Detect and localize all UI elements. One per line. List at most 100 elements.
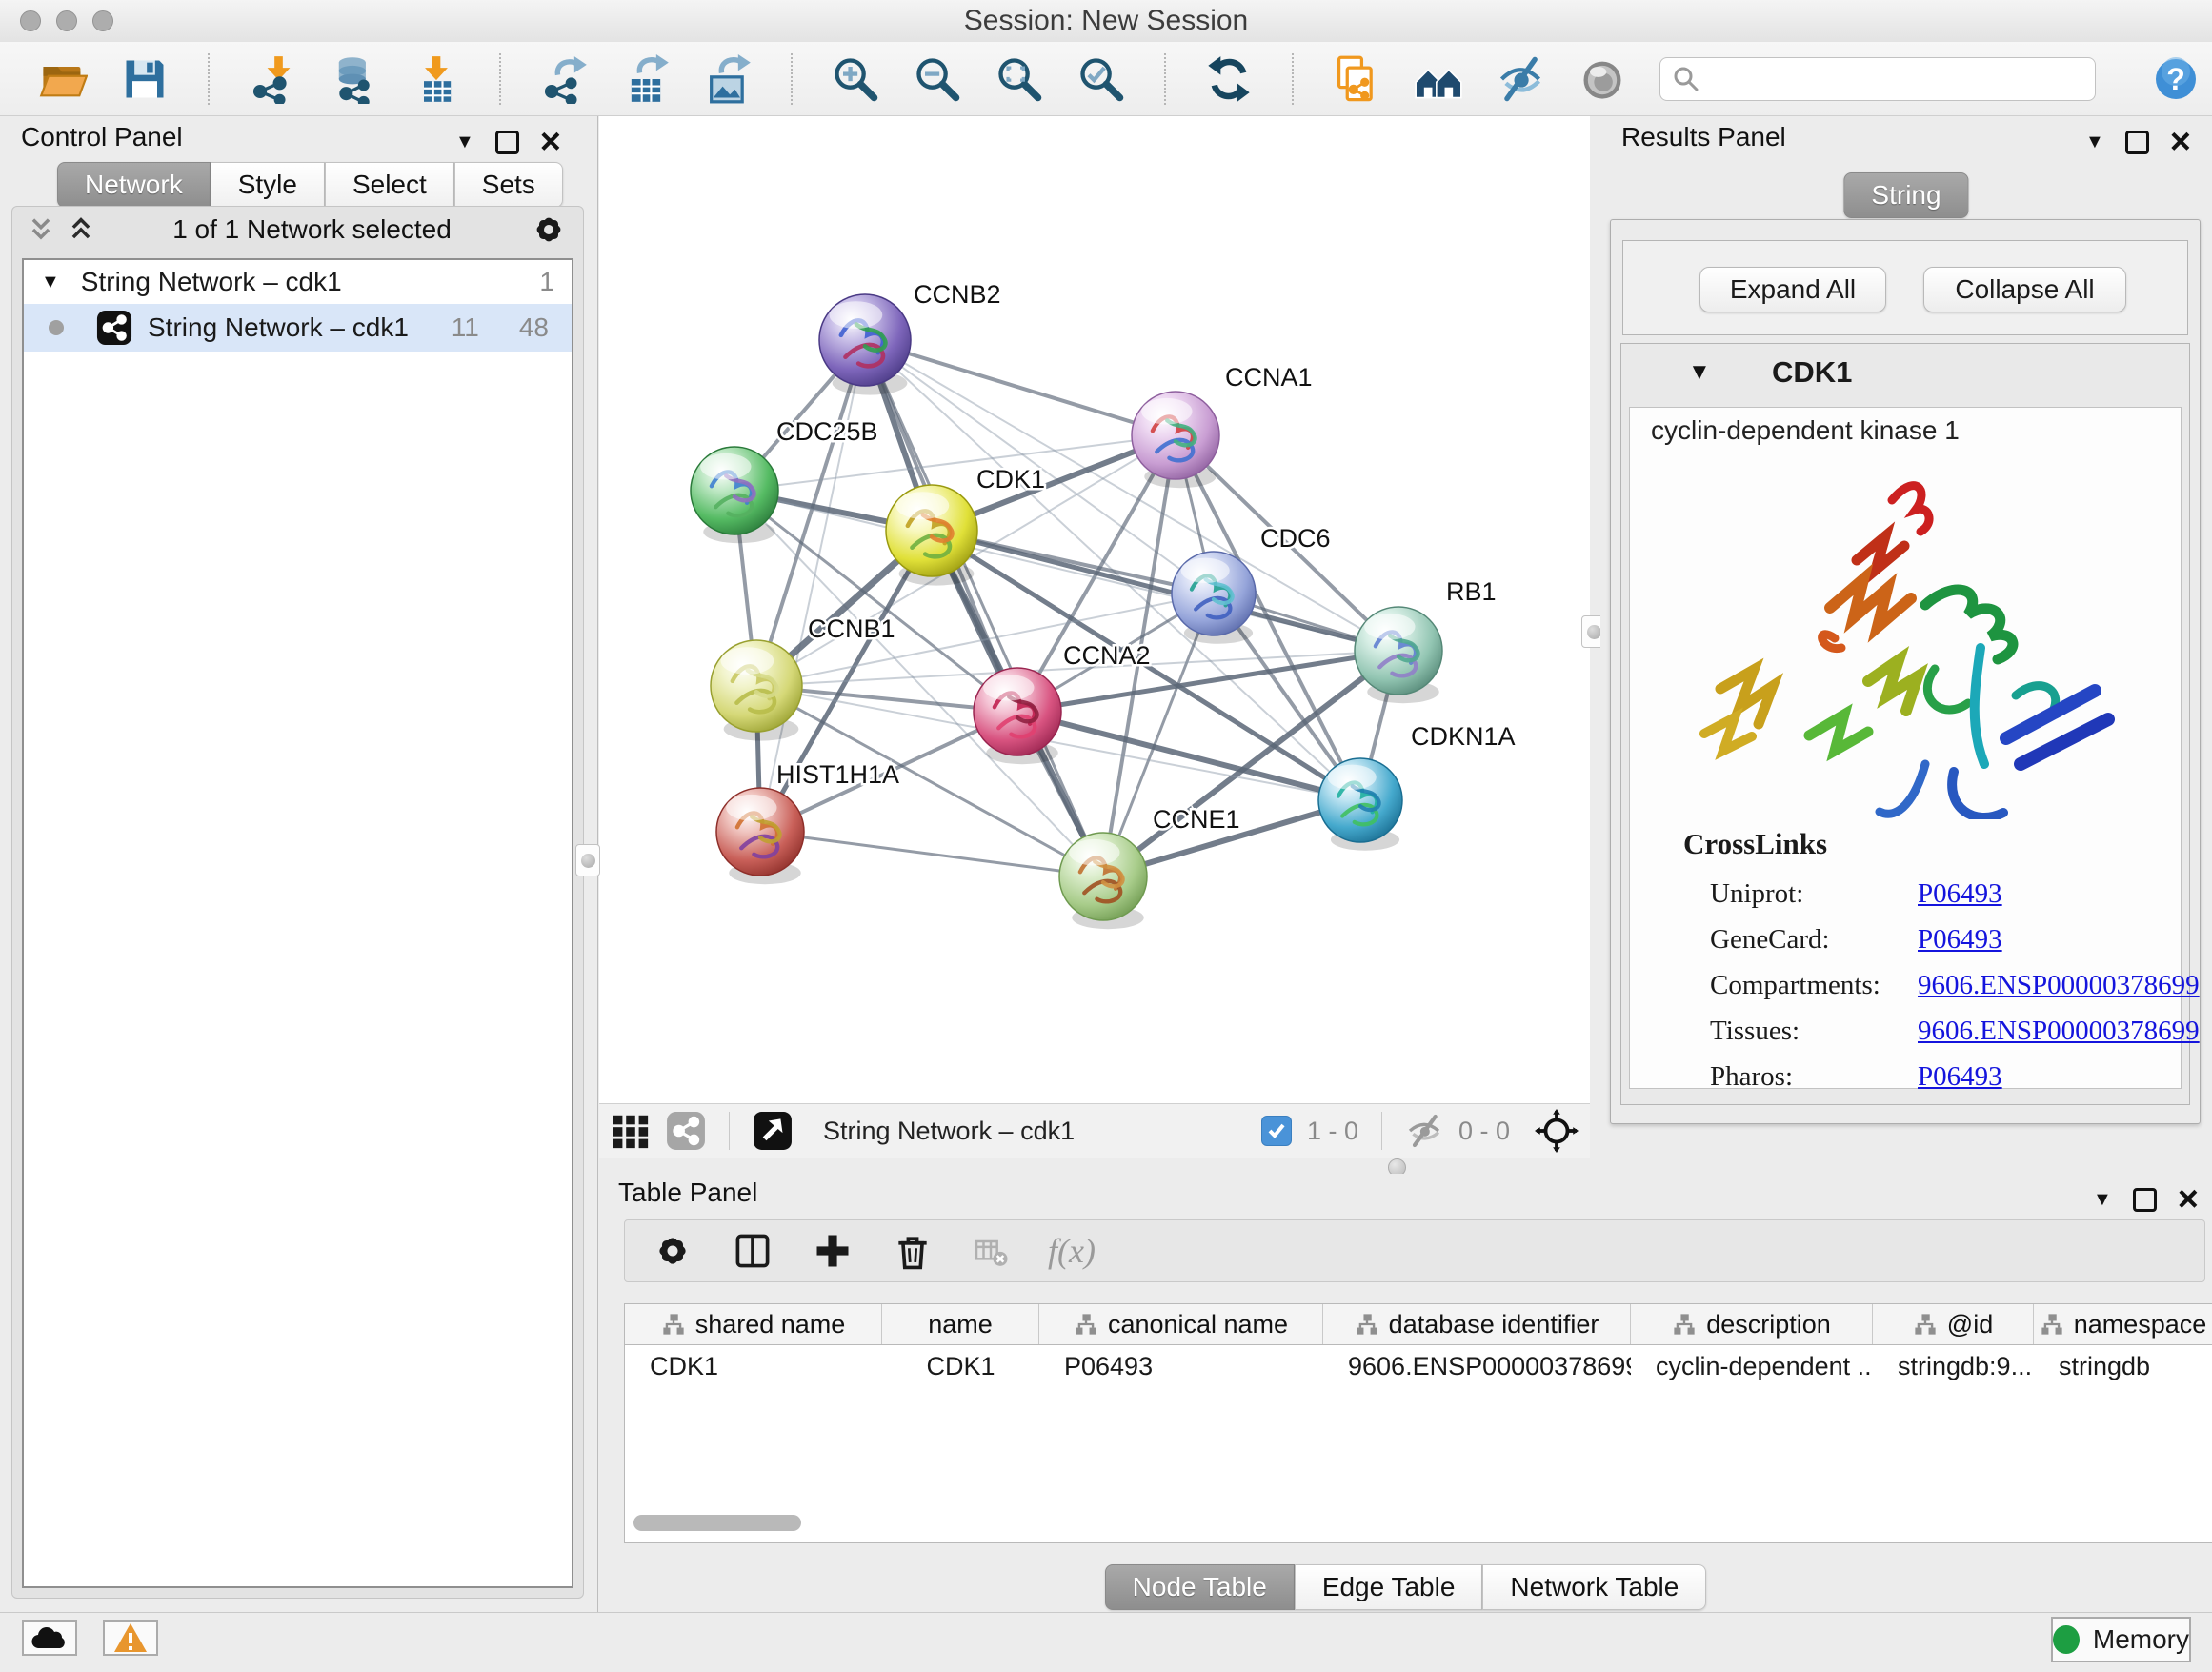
export-image-icon[interactable]: [703, 54, 753, 104]
cloud-button[interactable]: [22, 1620, 77, 1656]
selected-items-checkbox-icon[interactable]: [1261, 1116, 1292, 1146]
crosslink-link[interactable]: P06493: [1918, 924, 2002, 955]
zoom-in-icon[interactable]: [831, 54, 880, 104]
zoom-fit-icon[interactable]: [995, 54, 1044, 104]
birds-eye-view-icon[interactable]: [753, 1111, 793, 1151]
tab-edge-table[interactable]: Edge Table: [1295, 1564, 1483, 1610]
results-panel-close-icon[interactable]: ×: [2170, 124, 2191, 160]
table-cell[interactable]: P06493: [1039, 1345, 1323, 1387]
node-CDC25B[interactable]: CDC25B: [691, 417, 878, 543]
export-network-icon[interactable]: [539, 54, 589, 104]
table-panel-close-icon[interactable]: ×: [2178, 1181, 2199, 1218]
node-table[interactable]: shared namename canonical name database …: [624, 1303, 2212, 1543]
import-table-icon[interactable]: [412, 54, 461, 104]
tab-sets[interactable]: Sets: [454, 162, 563, 208]
control-panel-menu-icon[interactable]: ▼: [455, 132, 474, 151]
crosslink-link[interactable]: P06493: [1918, 1061, 2002, 1092]
edge-HIST1H1A-CCNE1[interactable]: [760, 832, 1103, 876]
show-columns-icon[interactable]: [732, 1230, 774, 1272]
tab-node-table[interactable]: Node Table: [1105, 1564, 1295, 1610]
network-view-share-icon[interactable]: [666, 1111, 706, 1151]
table-cell[interactable]: stringdb: [2034, 1345, 2212, 1387]
table-options-gear-icon[interactable]: [652, 1230, 694, 1272]
network-share-icon: [96, 310, 132, 346]
search-input[interactable]: [1708, 63, 2083, 94]
table-cell[interactable]: CDK1: [882, 1345, 1039, 1387]
table-cell[interactable]: 9606.ENSP00000378699: [1323, 1345, 1631, 1387]
column-header-name[interactable]: name: [882, 1304, 1039, 1344]
apply-layout-icon[interactable]: [1204, 54, 1254, 104]
fit-selected-crosshair-icon[interactable]: [1535, 1109, 1579, 1153]
column-header--id[interactable]: @id: [1873, 1304, 2034, 1344]
node-CDK1[interactable]: CDK1: [886, 465, 1045, 586]
left-splitter-collapse-handle[interactable]: [575, 844, 600, 876]
hidden-items-eye-slash-icon[interactable]: [1405, 1112, 1443, 1150]
network-view[interactable]: CCNB2CCNA1CDC25BCDK1CDC6RB1CCNB1CCNA2CDK…: [599, 116, 1590, 1103]
collection-collapse-icon[interactable]: ▼: [41, 272, 60, 292]
crosslink-link[interactable]: 9606.ENSP00000378699: [1918, 970, 2200, 1000]
glass-ball-icon[interactable]: [1578, 54, 1627, 104]
export-table-icon[interactable]: [621, 54, 671, 104]
network-collection-row[interactable]: ▼ String Network – cdk1 1: [24, 260, 572, 304]
create-column-plus-icon[interactable]: [812, 1230, 854, 1272]
delete-column-trash-icon[interactable]: [892, 1230, 934, 1272]
node-CCNE1[interactable]: CCNE1: [1059, 805, 1240, 929]
expand-all-networks-icon[interactable]: [28, 215, 54, 244]
function-builder-icon[interactable]: f(x): [1048, 1231, 1096, 1271]
edge-CCNB2-HIST1H1A[interactable]: [760, 340, 865, 832]
table-cell[interactable]: cyclin-dependent ...: [1631, 1345, 1873, 1387]
table-cell[interactable]: stringdb:9...: [1873, 1345, 2034, 1387]
column-header-namespace[interactable]: namespace: [2034, 1304, 2212, 1344]
table-panel-menu-icon[interactable]: ▼: [2093, 1190, 2112, 1209]
string-home-icon[interactable]: [1414, 54, 1463, 104]
zoom-selected-icon[interactable]: [1076, 54, 1126, 104]
control-panel-float-icon[interactable]: [495, 131, 519, 154]
import-network-from-database-icon[interactable]: [330, 54, 379, 104]
node-RB1[interactable]: RB1: [1355, 577, 1497, 703]
tab-network[interactable]: Network: [57, 162, 211, 208]
tab-style[interactable]: Style: [211, 162, 325, 208]
warnings-button[interactable]: [103, 1620, 158, 1656]
node-HIST1H1A[interactable]: HIST1H1A: [716, 760, 899, 884]
crosslink-link[interactable]: P06493: [1918, 878, 2002, 909]
string-document-icon[interactable]: [1332, 54, 1381, 104]
tab-string[interactable]: String: [1843, 172, 1968, 218]
expand-all-button[interactable]: Expand All: [1699, 267, 1886, 312]
table-row[interactable]: CDK1CDK1P064939606.ENSP00000378699cyclin…: [625, 1345, 2212, 1387]
node-CCNA1[interactable]: CCNA1: [1132, 363, 1313, 488]
network-row[interactable]: String Network – cdk1 11 48: [24, 304, 572, 352]
open-session-icon[interactable]: [38, 54, 88, 104]
grid-view-icon[interactable]: [611, 1111, 651, 1151]
collapse-all-button[interactable]: Collapse All: [1923, 267, 2126, 312]
results-panel-menu-icon[interactable]: ▼: [2085, 132, 2104, 151]
delete-table-icon[interactable]: [972, 1232, 1010, 1270]
structure-visibility-icon[interactable]: [1496, 54, 1545, 104]
entry-collapse-icon[interactable]: ▼: [1688, 361, 1711, 384]
edge-CCNB2-CCNA1[interactable]: [865, 340, 1176, 435]
collapse-all-networks-icon[interactable]: [68, 215, 94, 244]
import-network-icon[interactable]: [248, 54, 297, 104]
table-horizontal-scrollbar[interactable]: [633, 1515, 801, 1531]
column-header-shared-name[interactable]: shared name: [625, 1304, 882, 1344]
node-CDKN1A[interactable]: CDKN1A: [1318, 722, 1516, 851]
column-header-description[interactable]: description: [1631, 1304, 1873, 1344]
column-header-canonical-name[interactable]: canonical name: [1039, 1304, 1323, 1344]
node-CCNB2[interactable]: CCNB2: [819, 280, 1001, 395]
table-panel-float-icon[interactable]: [2133, 1188, 2157, 1212]
column-header-database-identifier[interactable]: database identifier: [1323, 1304, 1631, 1344]
tab-select[interactable]: Select: [325, 162, 454, 208]
save-session-icon[interactable]: [120, 54, 170, 104]
edge-CCNB2-CCNE1[interactable]: [865, 340, 1103, 876]
crosslink-link[interactable]: 9606.ENSP00000378699: [1918, 1016, 2200, 1046]
table-cell[interactable]: CDK1: [625, 1345, 882, 1387]
node-entry-header[interactable]: ▼ CDK1: [1621, 344, 2189, 405]
help-icon[interactable]: ?: [2153, 56, 2199, 102]
control-panel-close-icon[interactable]: ×: [540, 124, 561, 160]
zoom-out-icon[interactable]: [913, 54, 962, 104]
memory-button[interactable]: Memory: [2051, 1617, 2191, 1662]
search-field[interactable]: [1659, 57, 2096, 101]
tab-network-table[interactable]: Network Table: [1482, 1564, 1706, 1610]
status-bar: Memory: [0, 1612, 2212, 1672]
network-options-gear-icon[interactable]: [530, 211, 568, 249]
results-panel-float-icon[interactable]: [2125, 131, 2149, 154]
